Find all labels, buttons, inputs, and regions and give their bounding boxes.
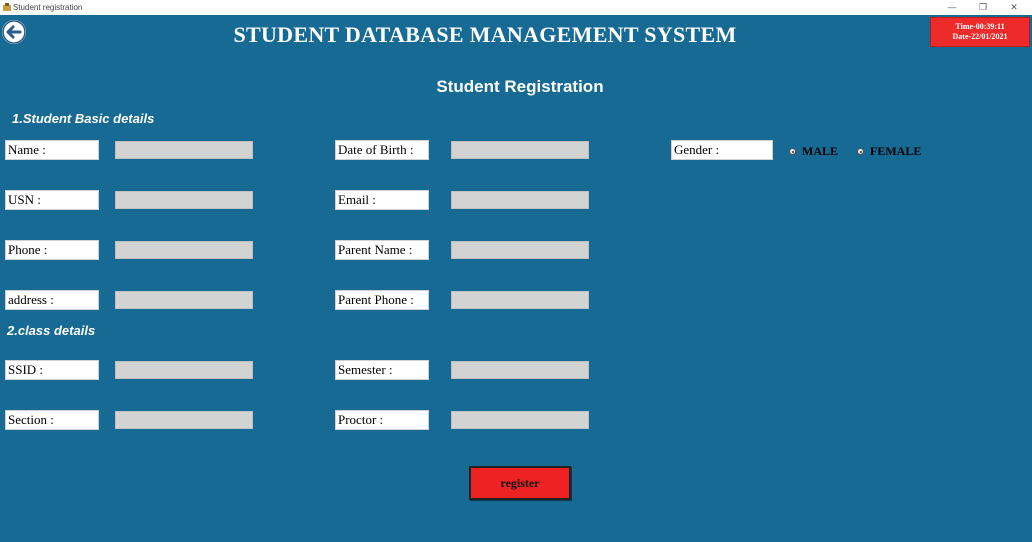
proctor-input[interactable]: [451, 411, 589, 429]
usn-input[interactable]: [115, 191, 253, 209]
section-input[interactable]: [115, 411, 253, 429]
address-label: address :: [5, 290, 99, 310]
section-label: Section :: [5, 410, 99, 430]
email-label: Email :: [335, 190, 429, 210]
name-label: Name :: [5, 140, 99, 160]
parent-name-input[interactable]: [451, 241, 589, 259]
section-basic-details: 1.Student Basic details: [12, 111, 155, 126]
proctor-label: Proctor :: [335, 410, 429, 430]
radio-icon: [789, 148, 796, 155]
app-icon: [3, 3, 11, 11]
dob-input[interactable]: [451, 141, 589, 159]
phone-label: Phone :: [5, 240, 99, 260]
female-label: FEMALE: [870, 144, 922, 158]
date-label: Date-22/01/2021: [952, 32, 1008, 41]
ssid-input[interactable]: [115, 361, 253, 379]
male-label: MALE: [802, 144, 838, 158]
gender-label: Gender :: [671, 140, 773, 160]
parent-name-label: Parent Name :: [335, 240, 429, 260]
main-panel: STUDENT DATABASE MANAGEMENT SYSTEM Time-…: [0, 15, 1032, 542]
app-title: STUDENT DATABASE MANAGEMENT SYSTEM: [233, 22, 737, 47]
section-class-details: 2.class details: [7, 323, 96, 338]
time-label: Time-00:39:11: [955, 22, 1005, 31]
email-input[interactable]: [451, 191, 589, 209]
window-title: Student registration: [13, 3, 83, 12]
ssid-label: SSID :: [5, 360, 99, 380]
window-titlebar: Student registration — ❐ ✕: [0, 0, 1032, 15]
gender-female-radio[interactable]: FEMALE: [857, 144, 921, 159]
close-button[interactable]: ✕: [1000, 0, 1028, 15]
gender-male-radio[interactable]: MALE: [789, 144, 838, 159]
datetime-badge: Time-00:39:11 Date-22/01/2021: [930, 17, 1030, 47]
usn-label: USN :: [5, 190, 99, 210]
dob-label: Date of Birth :: [335, 140, 429, 160]
restore-button[interactable]: ❐: [969, 0, 997, 15]
phone-input[interactable]: [115, 241, 253, 259]
register-button[interactable]: register: [469, 466, 571, 500]
parent-phone-input[interactable]: [451, 291, 589, 309]
address-input[interactable]: [115, 291, 253, 309]
name-input[interactable]: [115, 141, 253, 159]
minimize-button[interactable]: —: [938, 0, 966, 15]
radio-icon: [857, 148, 864, 155]
form-title: Student Registration: [436, 77, 604, 96]
semester-label: Semester :: [335, 360, 429, 380]
semester-input[interactable]: [451, 361, 589, 379]
parent-phone-label: Parent Phone :: [335, 290, 429, 310]
